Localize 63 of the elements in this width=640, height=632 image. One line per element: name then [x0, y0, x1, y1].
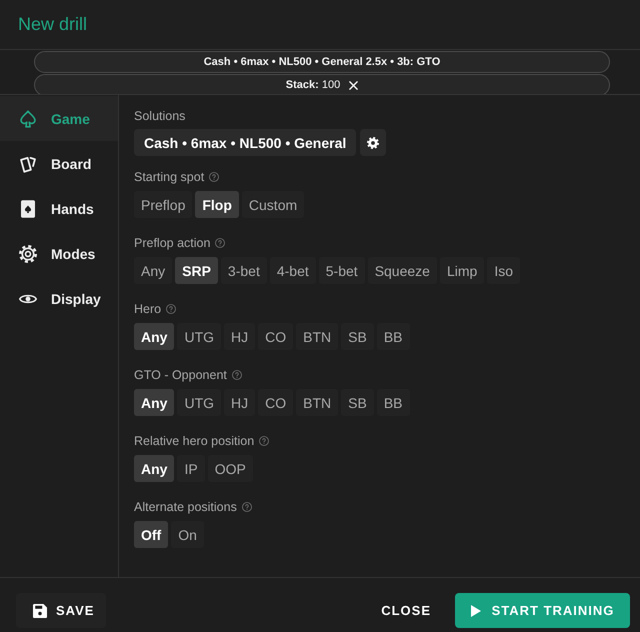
cards-icon [19, 154, 37, 172]
segment-option[interactable]: UTG [177, 323, 222, 350]
close-icon[interactable] [349, 80, 358, 90]
segment-option[interactable]: SB [341, 389, 374, 416]
section-label: Relative hero position [134, 433, 254, 449]
sidebar-tab[interactable]: Board [0, 141, 118, 186]
segment-option[interactable]: Iso [487, 257, 520, 284]
section-label: Alternate positions [134, 499, 237, 515]
close-button[interactable]: CLOSE [371, 593, 441, 628]
segment-option[interactable]: Custom [242, 191, 304, 218]
eye-icon [19, 294, 37, 304]
dialog-title: New drill [18, 14, 88, 35]
help-icon [232, 370, 242, 380]
section-label: Preflop action [134, 235, 210, 251]
save-button[interactable]: SAVE [16, 593, 106, 628]
play-icon [470, 604, 481, 616]
segment-option[interactable]: CO [258, 323, 294, 350]
segment-option[interactable]: Any [134, 323, 174, 350]
settings-icon [367, 136, 380, 148]
segment-option[interactable]: 3-bet [220, 257, 267, 284]
sidebar-tab[interactable]: Game [0, 96, 118, 141]
segment-option[interactable]: SRP [175, 257, 218, 284]
segment-option[interactable]: Any [134, 257, 172, 284]
segment-option[interactable]: Any [134, 455, 174, 482]
segment-option[interactable]: Any [134, 389, 174, 416]
segment-option[interactable]: 5-bet [318, 257, 365, 284]
segment-option[interactable]: 4-bet [270, 257, 316, 284]
sidebar-tab[interactable]: Hands [0, 186, 118, 231]
segment-option[interactable]: UTG [177, 389, 222, 416]
segment-option[interactable]: BTN [296, 389, 338, 416]
help-icon [209, 172, 220, 182]
segment-option[interactable]: HJ [224, 389, 256, 416]
solutions-settings-button[interactable] [360, 129, 386, 156]
segment-option[interactable]: Squeeze [368, 257, 437, 284]
section-label: GTO - Opponent [134, 367, 227, 383]
help-icon [242, 502, 252, 512]
section-label: Starting spot [134, 169, 204, 185]
segment-option[interactable]: OOP [208, 455, 253, 482]
segment-option[interactable]: BB [376, 323, 410, 350]
filter-text: Cash • 6max • NL500 • General 2.5x • 3b: GTO [204, 56, 440, 68]
section-label: Hero [134, 301, 162, 317]
segment-option[interactable]: BTN [296, 323, 338, 350]
spade-icon [19, 110, 37, 128]
segment-option[interactable]: Flop [195, 191, 239, 218]
sidebar-tab[interactable]: Modes [0, 231, 118, 276]
segment-option[interactable]: BB [376, 389, 410, 416]
segment-option[interactable]: HJ [224, 323, 256, 350]
segment-option[interactable]: IP [177, 455, 205, 482]
segment-option[interactable]: Preflop [134, 191, 192, 218]
segment-option[interactable]: Limp [440, 257, 484, 284]
segment-option[interactable]: CO [258, 389, 294, 416]
playing-card-icon [21, 200, 35, 218]
segment-option[interactable]: Off [134, 521, 168, 548]
sidebar-tab[interactable]: Display [0, 276, 118, 321]
segment-option[interactable]: SB [341, 323, 374, 350]
help-icon [215, 238, 226, 248]
solutions-selector[interactable]: Cash • 6max • NL500 • General [134, 129, 356, 156]
section-label: Solutions [134, 108, 186, 124]
segment-option[interactable]: On [171, 521, 204, 548]
help-icon [259, 436, 270, 446]
filter-text: Stack: 100 [286, 79, 340, 91]
settings-icon [19, 244, 37, 262]
help-icon [166, 304, 176, 314]
